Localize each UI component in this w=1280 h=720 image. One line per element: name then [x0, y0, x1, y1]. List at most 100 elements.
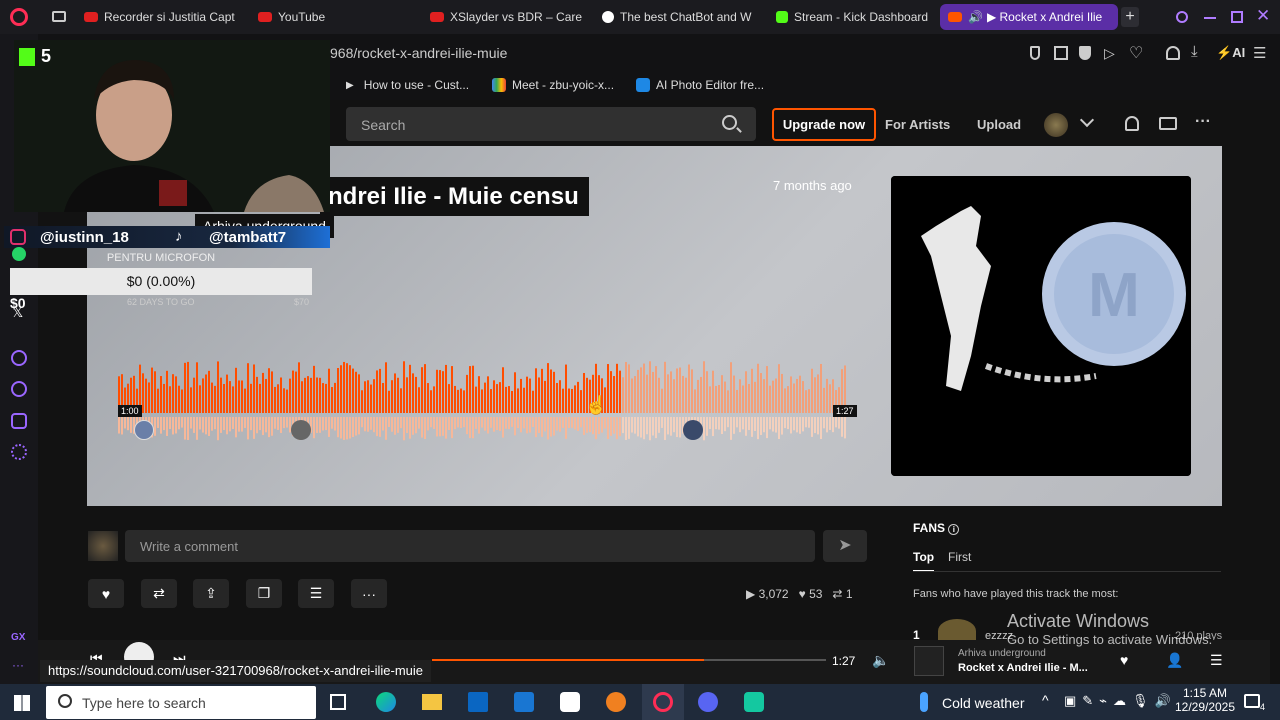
windows-start-icon[interactable]	[14, 695, 30, 711]
opera-logo-icon[interactable]	[10, 8, 28, 26]
weather-label[interactable]: Cold weather	[942, 695, 1025, 711]
extensions-icon[interactable]	[11, 413, 27, 429]
bookmark-ai-photo[interactable]: AI Photo Editor fre...	[636, 78, 764, 92]
heart-icon[interactable]: ♡	[1129, 43, 1143, 63]
volume-icon[interactable]: 🔈	[872, 652, 889, 669]
tray-chevron-icon[interactable]: ^	[1042, 692, 1049, 708]
tab-xslayder[interactable]: XSlayder vs BDR – Care	[430, 4, 588, 30]
play-bookmark-icon: ▶	[346, 79, 354, 91]
capcut-icon[interactable]	[560, 692, 580, 712]
bookmark-meet[interactable]: Meet - zbu-yoic-x...	[492, 78, 614, 92]
share-button[interactable]: ⇪	[193, 579, 229, 608]
waveform-bar	[529, 378, 531, 413]
file-explorer-icon[interactable]	[422, 694, 442, 710]
search-icon[interactable]	[722, 115, 737, 130]
waveform-reflection	[607, 417, 609, 440]
more-button[interactable]: ···	[351, 579, 387, 608]
tab-chatbot[interactable]: The best ChatBot and W	[602, 4, 754, 30]
play-icon[interactable]: ▷	[1104, 45, 1115, 62]
comment-avatar[interactable]	[291, 420, 311, 440]
repost-button[interactable]: ⇄	[141, 579, 177, 608]
waveform-bar	[286, 389, 288, 413]
bell-icon[interactable]	[1125, 116, 1139, 131]
comment-input[interactable]: Write a comment	[125, 530, 815, 562]
for-artists-link[interactable]: For Artists	[885, 117, 950, 132]
waveform[interactable]	[118, 355, 848, 445]
waveform-bar	[538, 377, 540, 413]
minimize-button[interactable]	[1204, 17, 1216, 19]
waveform-bar	[700, 376, 702, 413]
track-artwork: M	[891, 176, 1191, 476]
fans-tab-top[interactable]: Top	[913, 550, 935, 572]
maximize-button[interactable]	[1231, 11, 1243, 23]
ai-button[interactable]: ⚡AI	[1216, 45, 1245, 61]
snapshot-icon[interactable]	[1054, 46, 1068, 60]
follow-user-icon[interactable]: 👤	[1166, 652, 1183, 669]
like-track-icon[interactable]: ♥	[1120, 652, 1128, 668]
more-sidebar-icon[interactable]: ···	[12, 658, 24, 672]
tab-kick-dashboard[interactable]: Stream - Kick Dashboard	[776, 4, 928, 30]
shield-icon[interactable]	[1079, 46, 1091, 60]
tab-search-icon[interactable]	[1176, 11, 1188, 23]
new-tab-button[interactable]: +	[1121, 7, 1139, 27]
weather-icon[interactable]	[920, 692, 928, 712]
store-icon[interactable]	[468, 692, 488, 712]
waveform-reflection	[283, 417, 285, 429]
waveform-bar	[424, 364, 426, 413]
waveform-reflection	[817, 417, 819, 435]
comment-avatar[interactable]	[134, 420, 154, 440]
waveform-reflection	[361, 417, 363, 428]
repost-icon: ⇄	[153, 585, 165, 601]
like-button[interactable]: ♥	[88, 579, 124, 608]
x-icon: 𝕏	[12, 304, 24, 320]
url-field[interactable]: 968/rocket-x-andrei-ilie-muie	[330, 45, 507, 61]
tiktok-live-icon[interactable]	[744, 692, 764, 712]
waveform-bar	[379, 368, 381, 413]
more-options-icon[interactable]: ···	[1195, 113, 1211, 131]
waveform-reflection	[598, 417, 600, 435]
clock[interactable]: 1:15 AM 12/29/2025	[1172, 686, 1238, 714]
add-to-playlist-button[interactable]: ☰	[298, 579, 334, 608]
workspaces-icon[interactable]	[52, 11, 66, 22]
bookmark-custom[interactable]: ▶ How to use - Cust...	[346, 78, 469, 92]
gx-icon[interactable]: GX	[11, 632, 25, 643]
waveform-reflection	[733, 417, 735, 434]
task-view-icon[interactable]	[330, 694, 346, 710]
avatar[interactable]	[1044, 113, 1068, 137]
search-input[interactable]: Search	[346, 107, 756, 141]
tab-recorder[interactable]: Recorder si Justitia Capt	[84, 4, 244, 30]
info-icon[interactable]: i	[948, 524, 960, 535]
upload-link[interactable]: Upload	[977, 117, 1021, 132]
download-icon[interactable]: ⤓	[1191, 43, 1198, 60]
upgrade-now-button[interactable]: Upgrade now	[772, 108, 876, 141]
copy-link-button[interactable]: ❐	[246, 579, 282, 608]
fans-tab-first[interactable]: First	[948, 550, 971, 564]
queue-icon[interactable]: ☰	[1210, 652, 1223, 669]
waveform-bar	[469, 366, 471, 413]
pin-icon[interactable]	[1030, 46, 1040, 60]
waveform-bar	[418, 387, 420, 413]
now-playing-artwork[interactable]	[914, 646, 944, 676]
now-playing-artist[interactable]: Arhiva underground	[958, 648, 1046, 659]
menu-icon[interactable]: ☰	[1253, 44, 1266, 62]
discord-icon[interactable]	[698, 692, 718, 712]
edge-icon[interactable]	[376, 692, 396, 712]
tab-youtube[interactable]: YouTube	[258, 4, 348, 30]
close-window-button[interactable]: ✕	[1256, 6, 1270, 26]
fl-studio-icon[interactable]	[606, 692, 626, 712]
settings-icon[interactable]	[11, 444, 27, 460]
player-icon[interactable]	[11, 350, 27, 366]
mail-app-icon[interactable]	[514, 692, 534, 712]
now-playing-title[interactable]: Rocket x Andrei Ilie - M...	[958, 662, 1088, 674]
send-comment-button[interactable]: ➤	[823, 530, 867, 562]
waveform-svg[interactable]	[118, 355, 848, 445]
taskbar-search-input[interactable]: Type here to search	[46, 686, 316, 719]
comment-avatar[interactable]	[683, 420, 703, 440]
notification-icon[interactable]	[1244, 694, 1260, 708]
opera-gx-taskbar-icon[interactable]	[642, 684, 684, 720]
tray-icons[interactable]: ▣✎⌁☁🎙🔊	[1064, 693, 1177, 709]
history-icon[interactable]	[11, 381, 27, 397]
tab-rocket-active[interactable]: 🔊 ▶ Rocket x Andrei Ilie	[940, 4, 1118, 30]
profile-icon[interactable]	[1166, 46, 1180, 60]
mail-icon[interactable]	[1159, 117, 1177, 130]
